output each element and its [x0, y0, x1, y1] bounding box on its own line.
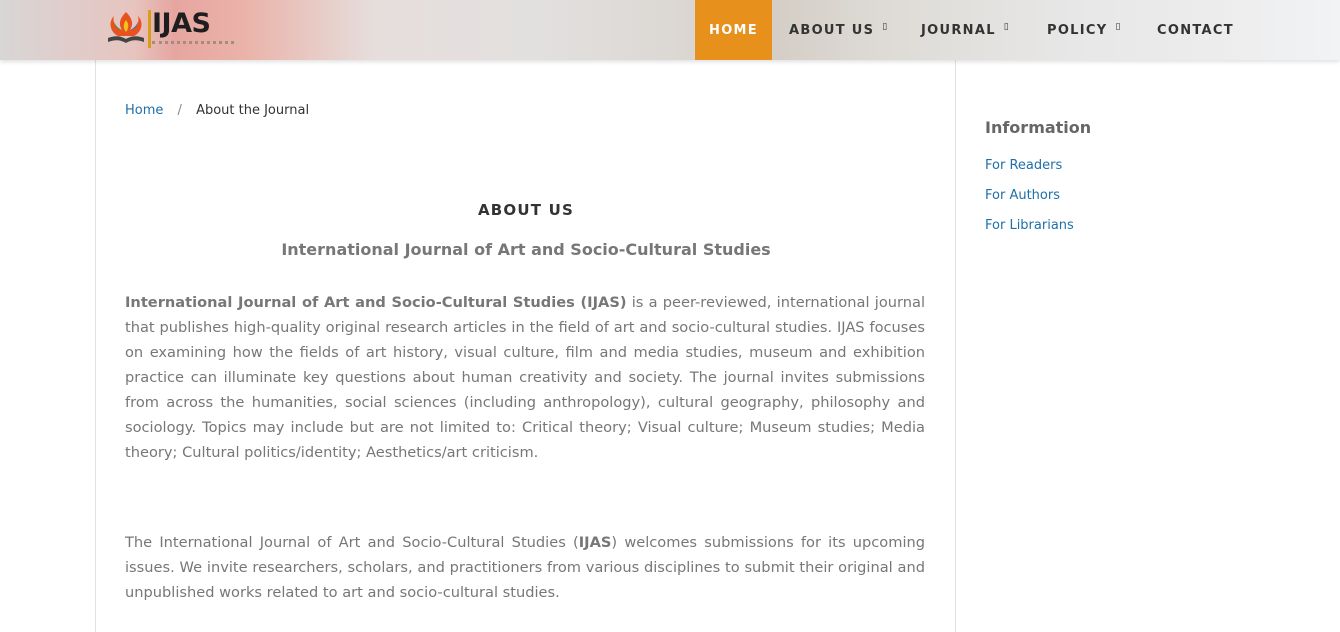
journal-abbrev-bold: IJAS — [578, 534, 612, 551]
main-content: Home / About the Journal ABOUT US Intern… — [95, 60, 956, 632]
nav-journal[interactable]: JOURNAL ▯ — [921, 0, 1030, 60]
about-paragraph-1-text: is a peer-reviewed, international journa… — [125, 294, 925, 461]
dropdown-caret-icon: ▯ — [1003, 22, 1011, 32]
dropdown-caret-icon: ▯ — [882, 22, 889, 32]
nav-policy[interactable]: POLICY ▯ — [1047, 0, 1140, 60]
logo-divider — [148, 10, 151, 48]
journal-name-bold: International Journal of Art and Socio-C… — [125, 294, 627, 311]
about-paragraph-2: The International Journal of Art and Soc… — [125, 530, 925, 605]
breadcrumb-current: About the Journal — [196, 103, 310, 118]
nav-home-label: HOME — [709, 22, 758, 38]
nav-policy-label: POLICY — [1047, 22, 1108, 38]
sidebar-title: Information — [985, 118, 1092, 137]
sidebar-link-for-librarians[interactable]: For Librarians — [985, 211, 1091, 241]
page-subtitle: International Journal of Art and Socio-C… — [281, 240, 771, 259]
nav-contact[interactable]: CONTACT — [1157, 0, 1234, 60]
breadcrumb-home-link[interactable]: Home — [125, 103, 163, 118]
nav-about-us[interactable]: ABOUT US ▯ — [789, 0, 904, 60]
nav-about-us-label: ABOUT US — [789, 22, 875, 38]
dropdown-caret-icon: ▯ — [1115, 22, 1122, 32]
sidebar: Information For Readers For Authors For … — [985, 118, 1091, 241]
nav-journal-label: JOURNAL — [921, 22, 996, 38]
site-logo[interactable]: IJAS — [104, 8, 234, 50]
breadcrumb: Home / About the Journal — [125, 103, 309, 118]
breadcrumb-separator: / — [177, 103, 182, 118]
sidebar-link-for-authors[interactable]: For Authors — [985, 181, 1091, 211]
nav-contact-label: CONTACT — [1157, 22, 1234, 38]
nav-home[interactable]: HOME — [695, 0, 772, 60]
about-paragraph-2-text-a: The International Journal of Art and Soc… — [125, 534, 579, 551]
site-header: IJAS HOME ABOUT US ▯ JOURNAL ▯ POLICY ▯ … — [0, 0, 1340, 60]
page-title: ABOUT US — [477, 201, 574, 219]
about-paragraph-1: International Journal of Art and Socio-C… — [125, 290, 925, 465]
book-flame-icon — [108, 12, 144, 43]
main-nav: HOME ABOUT US ▯ JOURNAL ▯ POLICY ▯ CONTA… — [695, 0, 1234, 60]
logo-tagline — [152, 41, 234, 45]
sidebar-link-for-readers[interactable]: For Readers — [985, 151, 1091, 181]
logo-text: IJAS — [152, 8, 211, 39]
